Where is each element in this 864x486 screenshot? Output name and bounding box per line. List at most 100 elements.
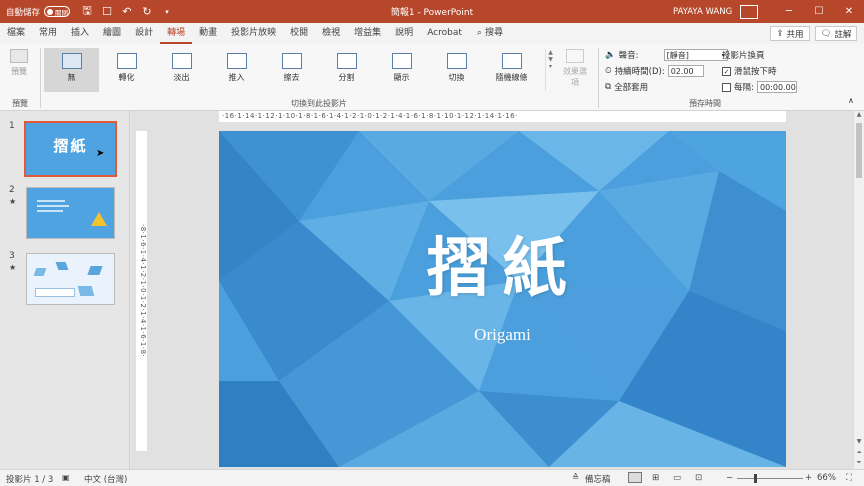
slide-thumbnail-3[interactable] — [26, 253, 115, 305]
fit-to-window-icon[interactable]: ⛶ — [846, 473, 852, 483]
transition-option-8[interactable]: 隨機線條 — [484, 48, 539, 92]
collapse-ribbon-icon[interactable]: ∧ — [848, 96, 854, 105]
ribbon-display-icon[interactable] — [740, 4, 758, 19]
transition-gallery: 無 轉化 淡出 推入 擦去 分割 顯示 切換 隨機線條 — [44, 48, 544, 92]
effect-options-button[interactable]: 效果選項 — [560, 49, 590, 88]
slide-thumbnail-2[interactable] — [26, 187, 115, 239]
tab-0[interactable]: 檔案 — [0, 23, 32, 44]
on-click-checkbox[interactable]: ✓ — [722, 66, 731, 76]
tab-12[interactable]: Acrobat — [420, 23, 469, 44]
transition-label: 無 — [67, 73, 76, 82]
transition-option-6[interactable]: 顯示 — [374, 48, 429, 92]
tab-3[interactable]: 繪圖 — [96, 23, 128, 44]
zoom-slider[interactable] — [737, 478, 803, 479]
tab-7[interactable]: 投影片放映 — [224, 23, 283, 44]
animation-star-icon: ★ — [9, 263, 17, 272]
transition-option-4[interactable]: 擦去 — [264, 48, 319, 92]
slide-thumbnails-pane: 1 摺紙 2 ★ 3 ★ — [0, 111, 130, 469]
notes-button[interactable]: 備忘稿 — [585, 473, 611, 485]
search-box[interactable]: ⌕ 搜尋 — [469, 23, 511, 44]
zoom-slider-knob[interactable] — [754, 474, 757, 483]
transition-icon — [336, 53, 357, 69]
sound-label: 聲音: — [618, 51, 639, 61]
slide-number: 3 — [9, 251, 15, 261]
tab-2[interactable]: 插入 — [64, 23, 96, 44]
search-icon: ⌕ — [476, 28, 482, 38]
reading-view-icon[interactable]: ▭ — [673, 473, 681, 483]
spellcheck-icon[interactable]: ▣ — [62, 473, 70, 482]
transition-option-3[interactable]: 推入 — [209, 48, 264, 92]
tab-4[interactable]: 設計 — [128, 23, 160, 44]
share-button[interactable]: ⇪ 共用 — [770, 26, 810, 41]
duration-input[interactable]: 02.00 — [667, 65, 704, 77]
preview-icon — [10, 49, 28, 63]
previous-slide-icon[interactable]: ⏶ — [854, 449, 864, 457]
tab-5[interactable]: 轉場 — [160, 23, 193, 44]
user-name[interactable]: PAYAYA WANG — [673, 7, 732, 17]
slide-sorter-icon[interactable]: ⊞ — [652, 473, 659, 483]
save-icon[interactable]: 🖫 — [80, 2, 94, 21]
scroll-up-icon[interactable]: ▲ — [854, 111, 864, 121]
slide-canvas[interactable]: 摺紙 Origami — [219, 131, 786, 467]
next-slide-icon[interactable]: ⏷ — [854, 459, 864, 467]
autosave-toggle[interactable]: 關閉 — [44, 6, 71, 17]
gallery-scroll[interactable]: ▲ ▼ ▾ — [545, 49, 555, 91]
sound-icon: 🔈 — [605, 50, 616, 60]
tab-11[interactable]: 說明 — [388, 23, 420, 44]
close-icon[interactable]: ✕ — [834, 0, 864, 23]
normal-view-icon[interactable] — [628, 472, 642, 483]
preview-button[interactable]: 預覽 — [6, 49, 32, 85]
redo-icon[interactable]: ↻ — [140, 5, 154, 18]
transition-icon — [171, 53, 192, 69]
zoom-level[interactable]: 66% — [817, 473, 836, 483]
tab-1[interactable]: 常用 — [32, 23, 64, 44]
sound-select[interactable]: [靜音] ▾ — [663, 49, 728, 61]
slide-title[interactable]: 摺紙 — [219, 217, 786, 309]
slideshow-icon[interactable]: ⊡ — [695, 473, 702, 483]
status-bar: 投影片 1 / 3 ▣ 中文 (台灣) ≙ 備忘稿 ⊞ ▭ ⊡ − + 66% … — [0, 469, 864, 486]
tab-10[interactable]: 增益集 — [347, 23, 388, 44]
transition-option-1[interactable]: 轉化 — [99, 48, 154, 92]
transition-icon — [391, 53, 412, 69]
language-indicator[interactable]: 中文 (台灣) — [84, 473, 127, 485]
transition-option-0[interactable]: 無 — [44, 48, 99, 92]
scroll-thumb[interactable] — [856, 123, 862, 178]
autosave[interactable]: 自動儲存 關閉 — [6, 6, 71, 18]
slide-subtitle[interactable]: Origami — [219, 325, 786, 345]
after-checkbox[interactable] — [722, 82, 731, 92]
transition-option-5[interactable]: 分割 — [319, 48, 374, 92]
transitions-group-label: 切換到此投影片 — [291, 99, 347, 108]
after-label: 每隔: — [734, 83, 754, 93]
minimize-icon[interactable]: ─ — [774, 0, 804, 23]
transition-label: 隨機線條 — [495, 73, 528, 82]
duration-label: 持續時間(D): — [614, 67, 665, 77]
tab-6[interactable]: 動畫 — [192, 23, 224, 44]
maximize-icon[interactable]: ☐ — [804, 0, 834, 23]
scroll-down-icon[interactable]: ▼ — [854, 438, 864, 445]
transition-option-2[interactable]: 淡出 — [154, 48, 209, 92]
origami-crane-image — [91, 212, 107, 226]
tab-8[interactable]: 校閱 — [283, 23, 315, 44]
transition-option-7[interactable]: 切換 — [429, 48, 484, 92]
advance-label: 投影片換頁 — [722, 51, 765, 61]
transition-icon — [61, 53, 82, 69]
notes-icon[interactable]: ≙ — [572, 473, 579, 483]
customize-qat-icon[interactable]: ▾ — [160, 8, 174, 16]
tab-9[interactable]: 檢視 — [315, 23, 347, 44]
comment-button[interactable]: 🗨 註解 — [815, 26, 857, 41]
effect-options-icon — [566, 49, 584, 63]
vertical-scrollbar[interactable]: ▲ ▼ ⏶ ⏷ — [853, 111, 864, 469]
transition-icon — [281, 53, 302, 69]
timing-group-label: 預存時間 — [689, 99, 721, 108]
touch-mode-icon[interactable]: ☐ — [100, 5, 114, 18]
transition-label: 轉化 — [118, 73, 135, 82]
zoom-out-icon[interactable]: − — [726, 473, 733, 483]
apply-all-button[interactable]: 全部套用 — [614, 81, 648, 93]
vertical-ruler: ·8·1·6·1·4·1·2·1·0·1·2·1·4·1·6·1·8· — [136, 131, 147, 451]
quick-access-toolbar: 🖫 ☐ ↶ ↻ ▾ — [80, 2, 174, 21]
undo-icon[interactable]: ↶ — [120, 5, 134, 18]
advance-slide-controls: 投影片換頁 ✓ 滑鼠按下時 每隔: 00:00.00 — [722, 47, 797, 95]
after-input[interactable]: 00:00.00 — [757, 81, 797, 93]
ribbon-tabs: 檔案 常用 插入 繪圖 設計 轉場 動畫 投影片放映 校閱 檢視 增益集 說明 Acrobat ⌕ 搜尋 — [0, 23, 864, 44]
zoom-in-icon[interactable]: + — [805, 473, 812, 483]
